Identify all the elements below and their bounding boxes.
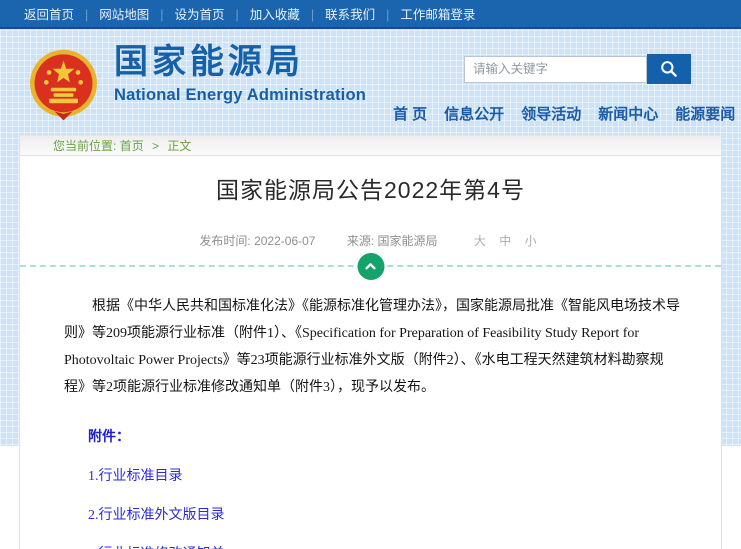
top-utility-bar: 返回首页 网站地图 设为首页 加入收藏 联系我们 工作邮箱登录 — [0, 0, 741, 29]
site-header: 国家能源局 National Energy Administration 首 页… — [0, 31, 741, 130]
publish-time: 发布时间: 2022-06-07 — [199, 234, 318, 248]
breadcrumb-current: 正文 — [167, 139, 191, 153]
search-button[interactable] — [647, 54, 691, 84]
search-bar — [464, 54, 691, 84]
source-value: 国家能源局 — [378, 234, 438, 248]
breadcrumb-label: 您当前位置: — [53, 139, 116, 153]
search-icon — [659, 59, 679, 79]
topbar-link-contact-us[interactable]: 联系我们 — [300, 4, 375, 23]
topbar-link-add-favorite[interactable]: 加入收藏 — [225, 4, 300, 23]
content-card: 您当前位置: 首页 > 正文 国家能源局公告2022年第4号 发布时间: 202… — [19, 135, 722, 549]
green-dashed-divider — [20, 265, 721, 267]
breadcrumb-home-link[interactable]: 首页 — [120, 139, 144, 153]
site-name-english: National Energy Administration — [114, 82, 366, 108]
nav-item-news-center[interactable]: 新闻中心 — [598, 103, 658, 124]
nav-item-energy-news[interactable]: 能源要闻 — [675, 103, 735, 124]
source-label: 来源: — [347, 234, 374, 248]
chevron-up-icon — [363, 259, 379, 275]
nav-item-info-disclosure[interactable]: 信息公开 — [444, 103, 504, 124]
font-size-medium-button[interactable]: 中 — [499, 234, 511, 248]
source: 来源: 国家能源局 — [347, 234, 441, 248]
font-size-small-button[interactable]: 小 — [525, 234, 537, 248]
breadcrumb: 您当前位置: 首页 > 正文 — [20, 135, 721, 156]
attachments-label: 附件： — [88, 426, 721, 446]
publish-time-label: 发布时间: — [199, 234, 250, 248]
font-size-controls: 大 中 小 — [469, 234, 542, 248]
attachment-link-2[interactable]: 2.行业标准外文版目录 — [88, 504, 721, 524]
nav-item-leader-activities[interactable]: 领导活动 — [521, 103, 581, 124]
site-brand: 国家能源局 National Energy Administration — [114, 42, 366, 108]
search-input[interactable] — [464, 56, 647, 83]
main-navigation: 首 页 信息公开 领导活动 新闻中心 能源要闻 在线办事 — [393, 103, 741, 124]
topbar-link-return-home[interactable]: 返回首页 — [24, 4, 74, 23]
attachment-link-1[interactable]: 1.行业标准目录 — [88, 465, 721, 485]
font-size-large-button[interactable]: 大 — [474, 234, 486, 248]
site-name: 国家能源局 — [114, 42, 366, 82]
breadcrumb-separator: > — [152, 139, 159, 153]
announcement-paragraph: 根据《中华人民共和国标准化法》《能源标准化管理办法》，国家能源局批准《智能风电场… — [64, 293, 683, 401]
china-national-emblem-icon — [27, 48, 100, 124]
topbar-link-sitemap[interactable]: 网站地图 — [74, 4, 149, 23]
topbar-link-set-homepage[interactable]: 设为首页 — [149, 4, 224, 23]
collapse-button[interactable] — [357, 253, 384, 280]
publish-time-value: 2022-06-07 — [254, 234, 315, 248]
attachment-link-3[interactable]: 3.行业标准修改通知单 — [88, 543, 721, 549]
topbar-link-work-mail-login[interactable]: 工作邮箱登录 — [375, 4, 475, 23]
nav-item-home[interactable]: 首 页 — [393, 103, 427, 124]
page-title: 国家能源局公告2022年第4号 — [20, 171, 721, 205]
article-meta: 发布时间: 2022-06-07 来源: 国家能源局 大 中 小 — [20, 232, 721, 249]
